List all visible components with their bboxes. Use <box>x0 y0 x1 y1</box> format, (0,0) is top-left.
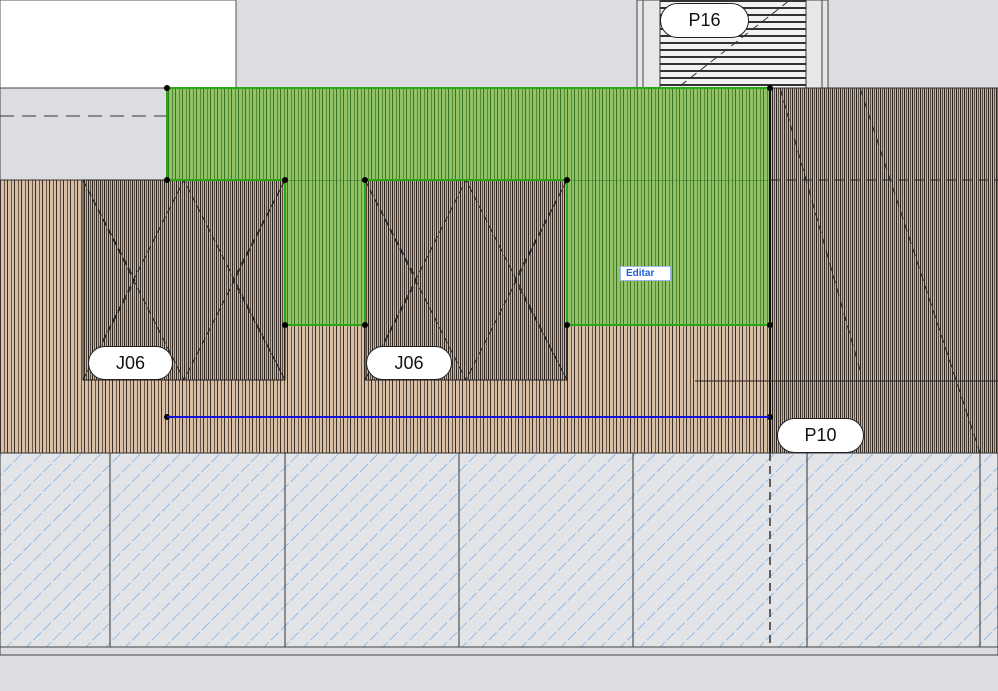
white-area <box>0 0 237 89</box>
ground-line <box>0 646 998 656</box>
door-tag-p16[interactable]: P16 <box>660 3 749 38</box>
wall-right[interactable] <box>769 87 998 454</box>
foundation-slab[interactable] <box>0 452 998 648</box>
door-tag-p10[interactable]: P10 <box>777 418 864 453</box>
window-tag-j06-right[interactable]: J06 <box>366 346 452 380</box>
edit-button[interactable]: Editar <box>620 266 671 281</box>
window-tag-j06-left[interactable]: J06 <box>88 346 173 380</box>
